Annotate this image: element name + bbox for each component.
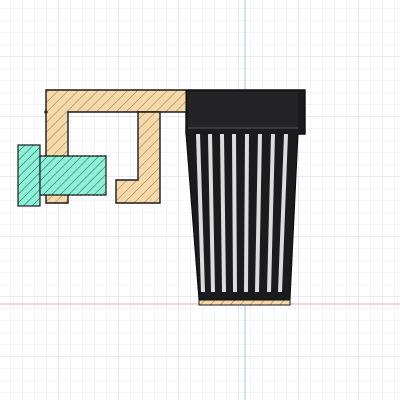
sketch-point-icon[interactable] — [44, 110, 48, 114]
cup-rim — [188, 92, 298, 128]
slotted-cup-body[interactable] — [185, 89, 306, 301]
cad-viewport[interactable] — [0, 0, 400, 400]
section-view-canvas[interactable] — [0, 0, 400, 400]
